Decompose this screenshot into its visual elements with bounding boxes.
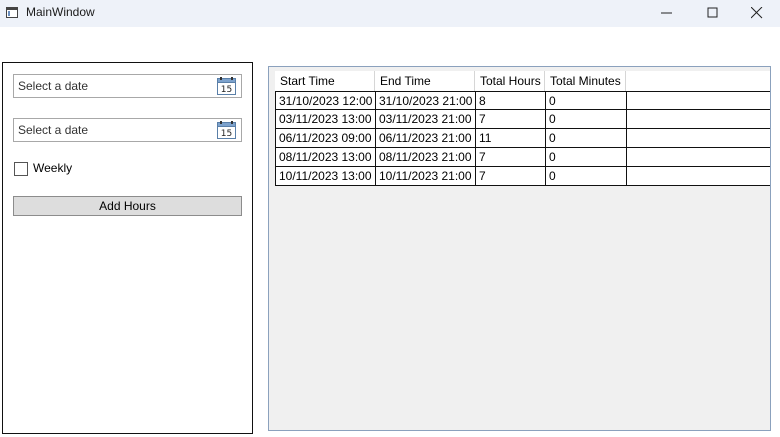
weekly-checkbox[interactable] (14, 162, 28, 176)
end-time-cell[interactable]: 08/11/2023 21:00 (376, 148, 476, 166)
start-date-text[interactable]: Select a date (18, 79, 88, 93)
table-row[interactable]: 03/11/2023 13:00 03/11/2023 21:00 7 0 (275, 110, 770, 129)
maximize-button[interactable] (690, 0, 736, 27)
total-hours-cell[interactable]: 7 (476, 148, 546, 166)
end-time-cell[interactable]: 03/11/2023 21:00 (376, 110, 476, 128)
grid-header: Start Time End Time Total Hours Total Mi… (275, 71, 770, 91)
total-hours-cell[interactable]: 7 (476, 167, 546, 185)
weekly-label[interactable]: Weekly (33, 161, 72, 175)
column-header-total-hours[interactable]: Total Hours (475, 71, 545, 91)
total-hours-cell[interactable]: 7 (476, 110, 546, 128)
maximize-icon (707, 7, 718, 18)
table-row[interactable]: 06/11/2023 09:00 06/11/2023 21:00 11 0 (275, 129, 770, 148)
close-button[interactable] (734, 0, 780, 27)
total-minutes-cell[interactable]: 0 (546, 148, 627, 166)
add-hours-button[interactable]: Add Hours (13, 196, 242, 216)
left-panel: Select a date 15 Select a date 15 Weekly… (2, 62, 253, 434)
start-time-cell[interactable]: 08/11/2023 13:00 (276, 148, 376, 166)
svg-text:15: 15 (221, 129, 232, 139)
calendar-icon[interactable]: 15 (217, 77, 236, 95)
total-minutes-cell[interactable]: 0 (546, 129, 627, 147)
calendar-icon[interactable]: 15 (217, 121, 236, 139)
end-date-picker[interactable]: Select a date 15 (13, 118, 242, 142)
table-row[interactable]: 10/11/2023 13:00 10/11/2023 21:00 7 0 (275, 167, 770, 186)
empty-filler-cell (627, 110, 771, 128)
start-date-picker[interactable]: Select a date 15 (13, 74, 242, 98)
app-window-icon (6, 7, 18, 18)
total-minutes-cell[interactable]: 0 (546, 167, 627, 185)
empty-filler-cell (627, 92, 771, 110)
start-time-cell[interactable]: 03/11/2023 13:00 (276, 110, 376, 128)
hours-data-grid[interactable]: Start Time End Time Total Hours Total Mi… (268, 66, 771, 431)
column-header-end-time[interactable]: End Time (375, 71, 475, 91)
table-row[interactable]: 08/11/2023 13:00 08/11/2023 21:00 7 0 (275, 148, 770, 167)
title-bar[interactable]: MainWindow (0, 0, 780, 27)
start-time-cell[interactable]: 06/11/2023 09:00 (276, 129, 376, 147)
end-time-cell[interactable]: 31/10/2023 21:00 (376, 92, 476, 110)
grid-rows: 31/10/2023 12:00 31/10/2023 21:00 8 0 03… (275, 91, 770, 186)
table-row[interactable]: 31/10/2023 12:00 31/10/2023 21:00 8 0 (275, 91, 770, 110)
close-icon (751, 7, 763, 19)
column-header-total-minutes[interactable]: Total Minutes (545, 71, 626, 91)
svg-text:15: 15 (221, 85, 232, 95)
total-minutes-cell[interactable]: 0 (546, 110, 627, 128)
empty-filler-cell (627, 167, 771, 185)
start-time-cell[interactable]: 31/10/2023 12:00 (276, 92, 376, 110)
end-date-text[interactable]: Select a date (18, 123, 88, 137)
minimize-icon (661, 12, 672, 14)
end-time-cell[interactable]: 10/11/2023 21:00 (376, 167, 476, 185)
end-time-cell[interactable]: 06/11/2023 21:00 (376, 129, 476, 147)
empty-filler-cell (627, 129, 771, 147)
empty-filler-cell (627, 148, 771, 166)
minimize-button[interactable] (644, 0, 690, 27)
start-time-cell[interactable]: 10/11/2023 13:00 (276, 167, 376, 185)
total-hours-cell[interactable]: 8 (476, 92, 546, 110)
total-hours-cell[interactable]: 11 (476, 129, 546, 147)
column-header-start-time[interactable]: Start Time (275, 71, 375, 91)
window-title: MainWindow (26, 5, 95, 19)
total-minutes-cell[interactable]: 0 (546, 92, 627, 110)
